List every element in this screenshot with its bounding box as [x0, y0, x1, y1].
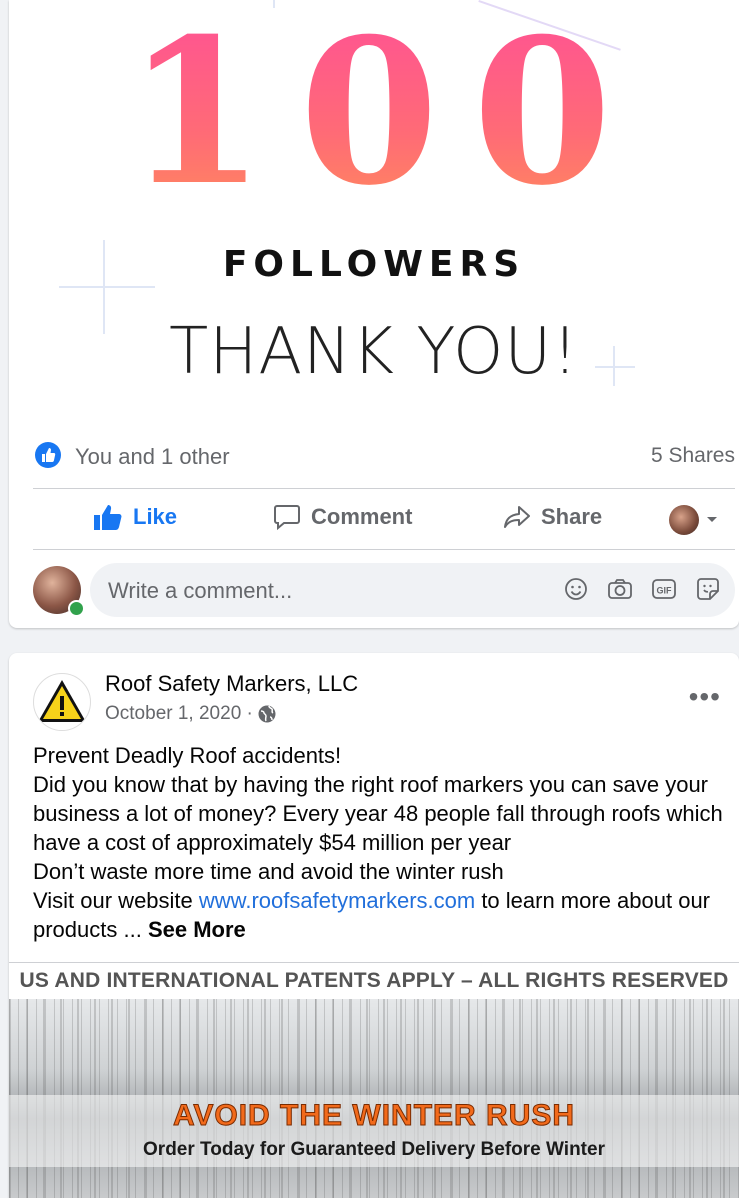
share-icon — [504, 506, 530, 528]
image-headline: AVOID THE WINTER RUSH — [172, 1099, 576, 1133]
post-line-part: Visit our website — [33, 888, 199, 913]
post-line: Prevent Deadly Roof accidents! — [33, 743, 342, 768]
sticker-icon[interactable] — [695, 576, 721, 602]
post-card-1: 100 FOLLOWERS THANK YOU! You and 1 other… — [9, 0, 739, 628]
like-reaction-icon[interactable] — [35, 442, 61, 468]
online-status-dot — [68, 600, 85, 617]
shares-count[interactable]: 5 Shares — [651, 444, 735, 468]
comment-composer: Write a comment... GIF — [33, 563, 735, 617]
see-more-link[interactable]: See More — [148, 917, 246, 942]
share-label: Share — [541, 504, 603, 529]
post-date[interactable]: October 1, 2020 · — [105, 703, 277, 725]
like-label: Like — [133, 504, 178, 529]
banner-thanks: THANK YOU! — [169, 315, 579, 389]
post-card-2: Roof Safety Markers, LLC October 1, 2020… — [9, 653, 739, 1198]
comment-input[interactable]: Write a comment... GIF — [90, 563, 735, 617]
page-logo[interactable] — [33, 673, 91, 731]
post-text: Prevent Deadly Roof accidents! Did you k… — [33, 741, 733, 944]
like-button[interactable]: Like — [93, 503, 177, 531]
post-line: Did you know that by having the right ro… — [33, 772, 723, 855]
reactions-count[interactable]: You and 1 other — [75, 444, 230, 470]
reactions-bar: You and 1 other 5 Shares — [33, 424, 735, 489]
camera-icon[interactable] — [607, 576, 633, 602]
avatar — [669, 505, 699, 535]
image-subline: Order Today for Guaranteed Delivery Befo… — [143, 1139, 605, 1160]
comment-placeholder: Write a comment... — [108, 578, 293, 603]
post-date-text: October 1, 2020 · — [105, 703, 253, 724]
patent-notice: US AND INTERNATIONAL PATENTS APPLY – ALL… — [9, 963, 739, 999]
comment-tools: GIF — [563, 576, 721, 602]
action-bar: Like Comment Share — [33, 489, 735, 550]
comment-button[interactable]: Comment — [273, 503, 412, 531]
share-button[interactable]: Share — [503, 503, 602, 531]
winter-forest-photo: AVOID THE WINTER RUSH Order Today for Gu… — [9, 999, 739, 1198]
more-options-button[interactable]: ••• — [689, 681, 721, 713]
page-name[interactable]: Roof Safety Markers, LLC — [105, 671, 358, 697]
comment-label: Comment — [311, 504, 413, 529]
post-line: Don’t waste more time and avoid the wint… — [33, 859, 504, 884]
gif-icon[interactable]: GIF — [651, 576, 677, 602]
banner-followers: FOLLOWERS — [222, 244, 526, 285]
svg-text:GIF: GIF — [657, 586, 673, 596]
website-link[interactable]: www.roofsafetymarkers.com — [199, 888, 475, 913]
decor-cross — [59, 286, 155, 288]
comment-icon — [274, 505, 300, 531]
thumbs-up-icon — [94, 505, 122, 530]
post-image-winter[interactable]: US AND INTERNATIONAL PATENTS APPLY – ALL… — [9, 962, 739, 1198]
chevron-down-icon — [707, 517, 717, 522]
post-line: Visit our website www.roofsafetymarkers.… — [33, 886, 733, 944]
emoji-icon[interactable] — [563, 576, 589, 602]
banner-number: 100 — [9, 8, 739, 218]
react-as-selector[interactable] — [669, 505, 721, 535]
globe-icon — [258, 705, 276, 723]
post-image-100-followers[interactable]: 100 FOLLOWERS THANK YOU! — [9, 0, 739, 424]
